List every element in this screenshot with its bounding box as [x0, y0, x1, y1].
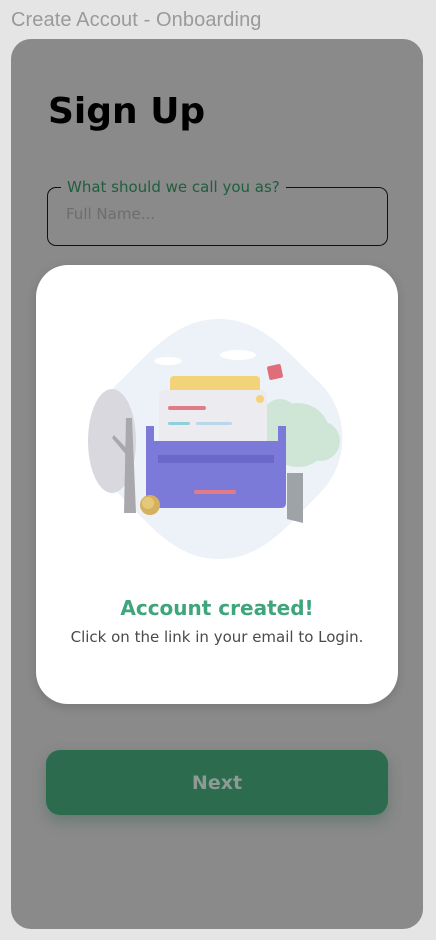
- inbox-illustration: [88, 319, 343, 559]
- success-message: Click on the link in your email to Login…: [70, 628, 364, 646]
- success-title: Account created!: [120, 596, 314, 620]
- page-title: Sign Up: [48, 91, 206, 132]
- full-name-field[interactable]: What should we call you as?: [47, 178, 388, 246]
- full-name-label: What should we call you as?: [61, 178, 286, 196]
- next-button[interactable]: Next: [46, 750, 388, 815]
- phone-screen: Sign Up What should we call you as? Full…: [11, 39, 423, 929]
- account-created-modal: Account created! Click on the link in yo…: [36, 265, 398, 704]
- frame-title: Create Accout - Onboarding: [11, 9, 262, 31]
- full-name-input[interactable]: [66, 205, 366, 223]
